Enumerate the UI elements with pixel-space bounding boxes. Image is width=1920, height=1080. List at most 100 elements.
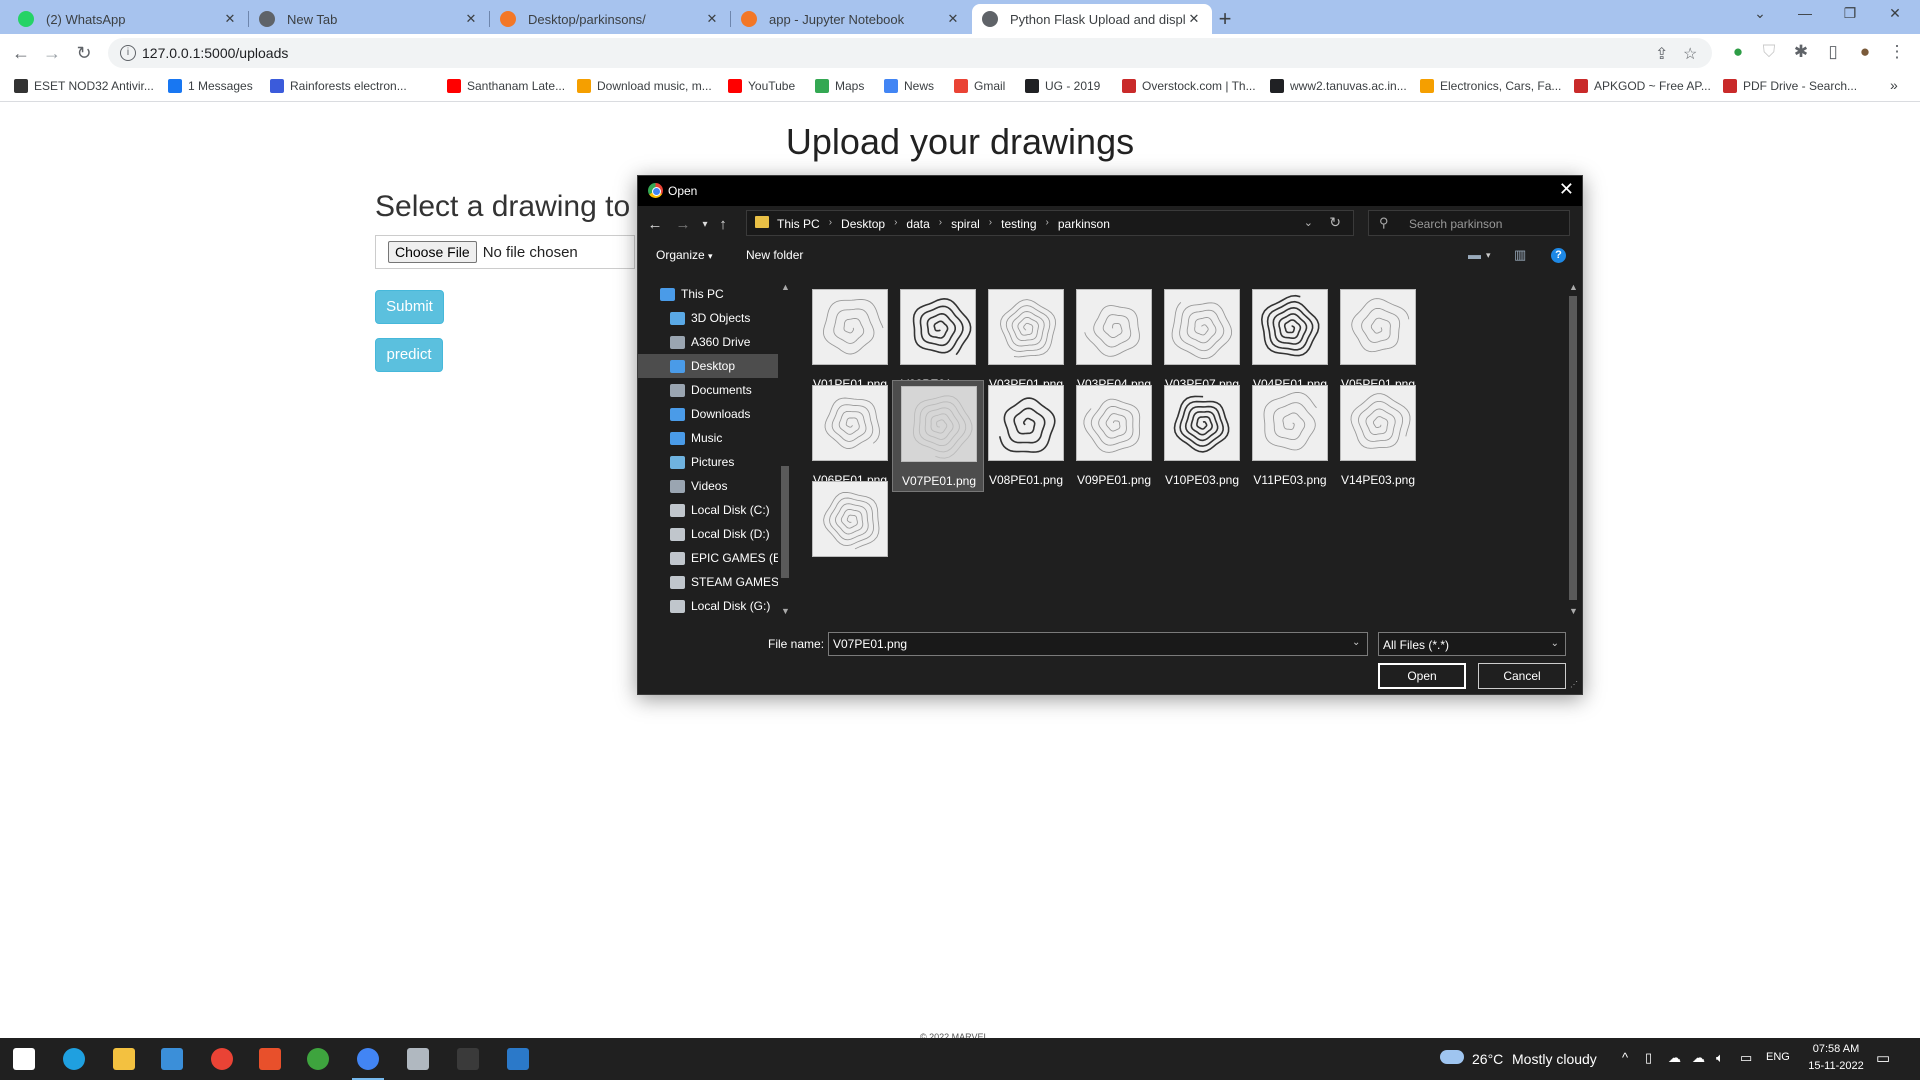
file-input[interactable]: Choose File No file chosen xyxy=(375,235,635,269)
extension-globe-icon[interactable]: ● xyxy=(1727,42,1749,62)
address-bar[interactable]: i 127.0.0.1:5000/uploads ⇪ ☆ xyxy=(108,38,1712,68)
file-item[interactable] xyxy=(804,476,896,588)
breadcrumb-item[interactable]: This PC xyxy=(777,217,820,231)
volume-icon[interactable]: 🔈︎ xyxy=(1716,1050,1724,1066)
nav-item[interactable]: Music xyxy=(638,426,778,450)
scroll-up-icon[interactable]: ▲ xyxy=(781,282,790,292)
close-tab-icon[interactable]: ✕ xyxy=(463,11,479,27)
forward-button[interactable]: → xyxy=(40,41,64,65)
scroll-down-icon[interactable]: ▼ xyxy=(781,606,790,616)
extension-shield-icon[interactable]: ⛉ xyxy=(1758,42,1780,62)
minimize-button[interactable]: — xyxy=(1790,5,1820,21)
taskbar-app-button[interactable] xyxy=(246,1038,294,1080)
dialog-search-input[interactable]: ⚲ Search parkinson xyxy=(1368,210,1570,236)
bookmark-star-icon[interactable]: ☆ xyxy=(1683,44,1697,64)
nav-item[interactable]: EPIC GAMES (E:) xyxy=(638,546,778,570)
bookmark-item[interactable]: Santhanam Late... xyxy=(447,79,565,93)
scrollbar-thumb[interactable] xyxy=(781,466,789,578)
nav-item[interactable]: 3D Objects xyxy=(638,306,778,330)
file-item[interactable]: V11PE03.png xyxy=(1244,380,1336,492)
nav-item[interactable]: Local Disk (D:) xyxy=(638,522,778,546)
nav-item[interactable]: Local Disk (G:) xyxy=(638,594,778,618)
browser-tab[interactable]: New Tab ✕ xyxy=(249,4,489,34)
file-item[interactable]: V08PE01.png xyxy=(980,380,1072,492)
extensions-puzzle-icon[interactable]: ✱ xyxy=(1790,42,1812,62)
browser-tab[interactable]: (2) WhatsApp ✕ xyxy=(8,4,248,34)
nav-item[interactable]: Downloads xyxy=(638,402,778,426)
dialog-address-bar[interactable]: This PC › Desktop › data › spiral › testing ›… xyxy=(746,210,1354,236)
open-button[interactable]: Open xyxy=(1378,663,1466,689)
file-item[interactable]: V14PE03.png xyxy=(1332,380,1424,492)
new-folder-button[interactable]: New folder xyxy=(746,248,803,262)
cloud-icon[interactable] xyxy=(1440,1050,1464,1064)
scroll-down-icon[interactable]: ▼ xyxy=(1569,606,1578,616)
nav-item[interactable]: STEAM GAMES ( xyxy=(638,570,778,594)
resize-grip-icon[interactable]: ⋰ xyxy=(1570,680,1578,689)
close-tab-icon[interactable]: ✕ xyxy=(1186,11,1202,27)
close-tab-icon[interactable]: ✕ xyxy=(945,11,961,27)
breadcrumb-item[interactable]: spiral xyxy=(951,217,980,231)
browser-tab[interactable]: app - Jupyter Notebook ✕ xyxy=(731,4,971,34)
bookmark-item[interactable]: News xyxy=(884,79,934,93)
restore-button[interactable]: ❐ xyxy=(1835,5,1865,22)
chevron-down-icon[interactable]: ⌄ xyxy=(1304,216,1313,229)
nav-item[interactable]: Desktop xyxy=(638,354,778,378)
tab-search-icon[interactable]: ⌄ xyxy=(1745,5,1775,22)
device-icon[interactable]: ▯ xyxy=(1645,1050,1652,1066)
choose-file-button[interactable]: Choose File xyxy=(388,241,477,263)
bookmark-item[interactable]: Gmail xyxy=(954,79,1005,93)
file-item[interactable]: V07PE01.png xyxy=(892,380,984,492)
nav-item[interactable]: Documents xyxy=(638,378,778,402)
taskbar-app-button[interactable] xyxy=(148,1038,196,1080)
profile-avatar-icon[interactable]: ● xyxy=(1854,42,1876,62)
nav-item[interactable]: This PC xyxy=(638,282,778,306)
recent-locations-icon[interactable]: ▾ xyxy=(696,219,714,230)
more-bookmarks-icon[interactable]: » xyxy=(1890,77,1898,93)
clock-time[interactable]: 07:58 AM xyxy=(1806,1043,1866,1055)
bookmark-item[interactable]: www2.tanuvas.ac.in... xyxy=(1270,79,1407,93)
taskbar-app-button[interactable] xyxy=(394,1038,442,1080)
taskbar-app-button[interactable] xyxy=(494,1038,542,1080)
taskbar-app-button[interactable] xyxy=(344,1038,392,1080)
file-scrollbar[interactable]: ▲ ▼ xyxy=(1566,282,1580,618)
bookmark-item[interactable]: ESET NOD32 Antivir... xyxy=(14,79,154,93)
breadcrumb-item[interactable]: Desktop xyxy=(841,217,885,231)
taskbar-app-button[interactable] xyxy=(294,1038,342,1080)
notifications-icon[interactable]: ▭ xyxy=(1876,1049,1890,1067)
file-item[interactable]: V09PE01.png xyxy=(1068,380,1160,492)
menu-kebab-icon[interactable]: ⋮ xyxy=(1886,42,1908,62)
up-arrow-icon[interactable]: ↑ xyxy=(714,216,732,233)
bookmark-item[interactable]: PDF Drive - Search... xyxy=(1723,79,1857,93)
bookmark-item[interactable]: Download music, m... xyxy=(577,79,712,93)
close-window-button[interactable]: ✕ xyxy=(1880,5,1910,22)
forward-arrow-icon[interactable]: → xyxy=(674,216,692,233)
back-arrow-icon[interactable]: ← xyxy=(646,216,664,233)
onedrive-personal-icon[interactable]: ☁ xyxy=(1692,1050,1705,1066)
taskbar-app-button[interactable] xyxy=(50,1038,98,1080)
refresh-icon[interactable]: ↻ xyxy=(1329,214,1341,231)
site-info-icon[interactable]: i xyxy=(120,45,136,61)
nav-item[interactable]: Pictures xyxy=(638,450,778,474)
nav-item[interactable]: Videos xyxy=(638,474,778,498)
chevron-up-icon[interactable]: ^ xyxy=(1622,1050,1628,1065)
breadcrumb-item[interactable]: data xyxy=(906,217,929,231)
clock-date[interactable]: 15-11-2022 xyxy=(1806,1060,1866,1072)
cancel-button[interactable]: Cancel xyxy=(1478,663,1566,689)
weather-description[interactable]: Mostly cloudy xyxy=(1512,1051,1597,1067)
browser-tab[interactable]: Python Flask Upload and display ✕ xyxy=(972,4,1212,34)
bookmark-item[interactable]: 1 Messages xyxy=(168,79,253,93)
chevron-down-icon[interactable]: ⌄ xyxy=(1352,637,1360,648)
taskbar-app-button[interactable] xyxy=(198,1038,246,1080)
chevron-down-icon[interactable]: ▾ xyxy=(1486,250,1491,261)
scrollbar-thumb[interactable] xyxy=(1569,296,1577,600)
preview-pane-icon[interactable]: ▥ xyxy=(1514,247,1526,263)
onedrive-icon[interactable]: ☁ xyxy=(1668,1050,1681,1066)
language-indicator[interactable]: ENG xyxy=(1766,1051,1790,1063)
taskbar-app-button[interactable] xyxy=(100,1038,148,1080)
side-panel-icon[interactable]: ▯ xyxy=(1822,42,1844,62)
organize-menu[interactable]: Organize ▾ xyxy=(656,248,713,262)
weather-temperature[interactable]: 26°C xyxy=(1472,1051,1503,1067)
submit-button[interactable]: Submit xyxy=(375,290,444,324)
file-type-select[interactable]: All Files (*.*) ⌄ xyxy=(1378,632,1566,656)
network-icon[interactable]: ▭ xyxy=(1740,1050,1752,1066)
